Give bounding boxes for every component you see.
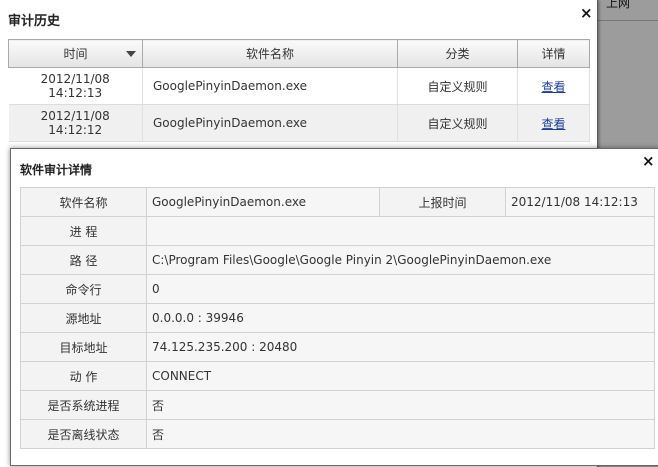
detail-row: 动 作 CONNECT	[20, 361, 655, 391]
field-value-software-name: GooglePinyinDaemon.exe	[146, 187, 380, 217]
background-fragment-text: 上网	[606, 0, 631, 10]
detail-row: 目标地址 74.125.235.200 : 20480	[20, 332, 655, 362]
cell-category: 自定义规则	[397, 104, 518, 142]
table-header-row: 时间 软件名称 分类 详情	[8, 39, 590, 68]
table-row[interactable]: 2012/11/08 14:12:13 GooglePinyinDaemon.e…	[8, 67, 590, 105]
detail-row: 是否离线状态 否	[20, 419, 655, 449]
cell-category: 自定义规则	[397, 67, 518, 105]
dialog-title: 软件审计详情	[20, 163, 93, 177]
detail-row: 命令行 0	[20, 274, 655, 304]
field-value-offline-status: 否	[146, 419, 655, 449]
cell-software-name: GooglePinyinDaemon.exe	[142, 104, 398, 142]
field-value-action: CONNECT	[146, 361, 655, 391]
view-detail-link[interactable]: 查看	[541, 80, 565, 94]
dialog-title: 审计历史	[8, 14, 61, 29]
field-label-command-line: 命令行	[20, 274, 147, 304]
field-label-source-address: 源地址	[20, 303, 147, 333]
column-header-detail[interactable]: 详情	[517, 39, 590, 68]
sort-descending-icon[interactable]	[126, 51, 136, 57]
column-label: 软件名称	[245, 47, 294, 61]
column-label: 时间	[63, 47, 88, 61]
close-icon[interactable]: ×	[580, 6, 593, 21]
field-label-report-time: 上报时间	[379, 187, 506, 217]
cell-detail: 查看	[517, 67, 590, 105]
history-table: 时间 软件名称 分类 详情 2012/11/08 14:12:13 Google…	[8, 39, 590, 142]
field-value-report-time: 2012/11/08 14:12:13	[505, 187, 655, 217]
field-label-process: 进 程	[20, 216, 147, 246]
detail-row: 路 径 C:\Program Files\Google\Google Pinyi…	[20, 245, 655, 275]
cell-time: 2012/11/08 14:12:13	[8, 67, 143, 105]
close-icon[interactable]: ×	[642, 154, 655, 169]
field-value-process	[146, 216, 655, 246]
column-header-software-name[interactable]: 软件名称	[142, 39, 398, 68]
column-header-time[interactable]: 时间	[8, 39, 143, 68]
detail-row: 软件名称 GooglePinyinDaemon.exe 上报时间 2012/11…	[20, 187, 655, 217]
column-label: 详情	[541, 47, 566, 61]
field-value-source-address: 0.0.0.0 : 39946	[146, 303, 655, 333]
field-value-command-line: 0	[146, 274, 655, 304]
column-label: 分类	[445, 47, 470, 61]
field-value-path: C:\Program Files\Google\Google Pinyin 2\…	[146, 245, 655, 275]
view-detail-link[interactable]: 查看	[541, 117, 565, 131]
detail-row: 进 程	[20, 216, 655, 246]
field-label-destination-address: 目标地址	[20, 332, 147, 362]
software-audit-detail-dialog: 软件审计详情 × 软件名称 GooglePinyinDaemon.exe 上报时…	[10, 148, 658, 466]
field-label-offline-status: 是否离线状态	[20, 419, 147, 449]
detail-table: 软件名称 GooglePinyinDaemon.exe 上报时间 2012/11…	[20, 187, 655, 449]
field-label-system-process: 是否系统进程	[20, 390, 147, 420]
detail-row: 是否系统进程 否	[20, 390, 655, 420]
detail-row: 源地址 0.0.0.0 : 39946	[20, 303, 655, 333]
table-row[interactable]: 2012/11/08 14:12:12 GooglePinyinDaemon.e…	[8, 104, 590, 142]
field-value-system-process: 否	[146, 390, 655, 420]
field-label-path: 路 径	[20, 245, 147, 275]
column-header-category[interactable]: 分类	[397, 39, 518, 68]
cell-detail: 查看	[517, 104, 590, 142]
cell-software-name: GooglePinyinDaemon.exe	[142, 67, 398, 105]
cell-time: 2012/11/08 14:12:12	[8, 104, 143, 142]
field-value-destination-address: 74.125.235.200 : 20480	[146, 332, 655, 362]
field-label-software-name: 软件名称	[20, 187, 147, 217]
field-label-action: 动 作	[20, 361, 147, 391]
